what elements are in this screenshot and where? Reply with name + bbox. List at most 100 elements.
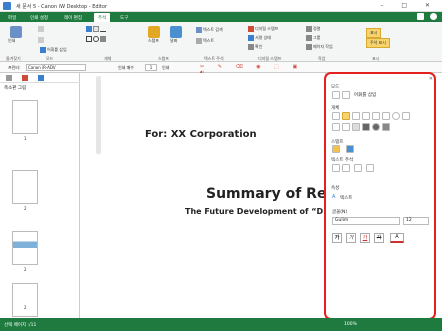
window-title: 새 문서 5 - Canon iW Desktop - Editor	[16, 4, 108, 10]
highlighter-icon[interactable]	[332, 123, 340, 131]
callout-icon[interactable]	[352, 112, 360, 120]
page-thumbnail-2[interactable]	[12, 170, 38, 204]
stamp-button[interactable]: 스탬프	[148, 26, 160, 44]
print-button[interactable]: 인쇄	[8, 26, 22, 44]
page-thumbnail-3[interactable]	[12, 231, 38, 265]
tab-edit[interactable]: 레이 편집	[60, 13, 86, 22]
italic-button[interactable]: 가	[346, 233, 356, 243]
tab-tools[interactable]: 도구	[116, 13, 132, 22]
zoom-icon[interactable]	[38, 37, 45, 43]
font-select[interactable]: Gulim	[332, 217, 400, 225]
select-mode-icon[interactable]	[332, 91, 340, 99]
tab-file[interactable]: 파일	[4, 13, 20, 22]
filled-rectangle-icon[interactable]	[362, 123, 370, 131]
annotation-quick-icons[interactable]: ✂ ✎ ⌫ ◉ ⬚ ▣ ◐	[200, 64, 320, 76]
align-button[interactable]: 정렬	[306, 26, 320, 32]
annotation-panel: ✕ 모드 어휘를 삽입 개체 스탬프 텍스트 주석 속성 A 텍스트 글꼴(N)…	[325, 73, 437, 318]
text-annotation-icon-4[interactable]	[366, 164, 374, 172]
ellipse-icon[interactable]	[392, 112, 400, 120]
printer-select[interactable]: Canon iR-ADV	[26, 64, 86, 71]
tab-annotation[interactable]: 주석	[94, 13, 111, 22]
font-size-select[interactable]: 12	[403, 217, 429, 225]
marker-icon[interactable]	[342, 123, 350, 131]
close-icon[interactable]: ✕	[429, 76, 433, 82]
page-thumbnail-1[interactable]	[12, 100, 38, 134]
show-annotation-button[interactable]: 주석 표시	[366, 38, 390, 48]
status-zoom: 100%	[344, 322, 357, 327]
filled-ellipse-icon[interactable]	[372, 123, 380, 131]
page-order-button[interactable]: 페이지 작업	[306, 44, 333, 50]
show-button[interactable]: 표시	[366, 28, 382, 38]
document-view[interactable]: For: XX Corporation Summary of Res The F…	[80, 73, 343, 318]
tab-print-settings[interactable]: 인쇄 설정	[26, 13, 52, 22]
page-label-4: 2	[24, 305, 27, 310]
page-label-3: 2	[24, 267, 27, 272]
copies-field[interactable]: 1	[145, 64, 157, 71]
property-name: 텍스트	[340, 196, 353, 201]
page-label-1: 1	[24, 136, 27, 141]
text-property-icon: A	[332, 194, 336, 200]
title-bar: 새 문서 5 - Canon iW Desktop - Editor – □ ✕	[0, 0, 442, 12]
thumbnail-pane: 축소판 그림 1 2 2 2	[0, 73, 80, 318]
document-scrollbar[interactable]	[96, 76, 101, 154]
pages-icon[interactable]	[6, 75, 12, 81]
group-button[interactable]: 그룹	[306, 35, 320, 41]
rectangle-icon[interactable]	[382, 112, 390, 120]
ribbon: 인쇄 어휘를 삽입 스탬프 날짜 텍스트 검색 텍스트 디지털 스탬프 서명 상…	[0, 22, 442, 62]
bold-button[interactable]: 가	[332, 233, 342, 243]
signature-status-button[interactable]: 서명 상태	[248, 35, 271, 41]
status-bar: 선택 페이지 :/11 100%	[0, 318, 442, 331]
font-label: 글꼴(N)	[332, 210, 348, 215]
polygon-icon[interactable]	[402, 112, 410, 120]
pen-icon[interactable]	[332, 112, 340, 120]
help-icon[interactable]	[430, 13, 437, 20]
underline-button[interactable]: 가	[360, 233, 370, 243]
copies-label: 인쇄 매수	[118, 65, 134, 70]
digital-stamp-button[interactable]: 디지털 스탬프	[248, 26, 278, 32]
date-stamp-panel-icon[interactable]	[346, 145, 354, 153]
thumbnail-pane-title: 축소판 그림	[4, 86, 27, 91]
line-icon[interactable]	[362, 112, 370, 120]
filled-shape-icon[interactable]	[352, 123, 360, 131]
status-page-info: 선택 페이지 :/11	[4, 323, 37, 328]
ribbon-tab-bar: 파일 인쇄 설정 레이 편집 주석 도구	[0, 12, 442, 22]
date-stamp-button[interactable]: 날짜	[170, 26, 182, 44]
stamp-icon	[148, 26, 160, 38]
arrow-icon[interactable]	[372, 112, 380, 120]
font-color-button[interactable]: A	[390, 233, 404, 243]
panel-section-object: 개체	[331, 106, 340, 111]
window-controls[interactable]: – □ ✕	[380, 2, 438, 9]
text-annotation-icon-1[interactable]	[332, 164, 340, 172]
shape-tools[interactable]	[86, 36, 107, 42]
mode-select-icon[interactable]	[38, 26, 45, 32]
print-toolbar: 프린터: Canon iR-ADV 인쇄 매수 1 인쇄 ✂ ✎ ⌫ ◉ ⬚ ▣…	[0, 62, 442, 76]
text-annotation-icon-2[interactable]	[342, 164, 350, 172]
app-icon	[3, 2, 11, 10]
printer-icon	[10, 26, 22, 38]
text-tool-icon[interactable]	[342, 112, 350, 120]
panel-section-properties: 속성	[331, 186, 340, 191]
doc-subtitle: The Future Development of “DE LA	[185, 207, 343, 216]
page-label-2: 2	[24, 206, 27, 211]
text-annotation-icon-3[interactable]	[354, 164, 362, 172]
verify-button[interactable]: 확인	[248, 44, 262, 50]
bookmark-icon[interactable]	[22, 75, 28, 81]
filled-polygon-icon[interactable]	[382, 123, 390, 131]
print-now-button[interactable]: 인쇄	[162, 65, 169, 71]
settings-icon[interactable]	[417, 13, 424, 20]
comments-icon[interactable]	[38, 75, 44, 81]
panel-section-mode: 모드	[331, 85, 340, 90]
panel-section-text-annotation: 텍스트 주석	[331, 158, 354, 163]
doc-title: Summary of Res	[206, 186, 335, 202]
page-thumbnail-4[interactable]	[12, 283, 38, 317]
text-search-button[interactable]: 텍스트 검색	[196, 27, 223, 33]
insert-text-button[interactable]: 어휘를 삽입	[40, 47, 67, 53]
text-button[interactable]: 텍스트	[196, 38, 214, 44]
printer-label: 프린터:	[8, 65, 21, 70]
zoom-mode-icon[interactable]	[342, 91, 350, 99]
insert-text-panel-button[interactable]: 어휘를 삽입	[354, 92, 376, 98]
stamp-panel-icon[interactable]	[332, 145, 340, 153]
object-tools[interactable]	[86, 26, 107, 32]
doc-recipient-line: For: XX Corporation	[145, 129, 257, 140]
strikethrough-button[interactable]: 가	[374, 233, 384, 243]
